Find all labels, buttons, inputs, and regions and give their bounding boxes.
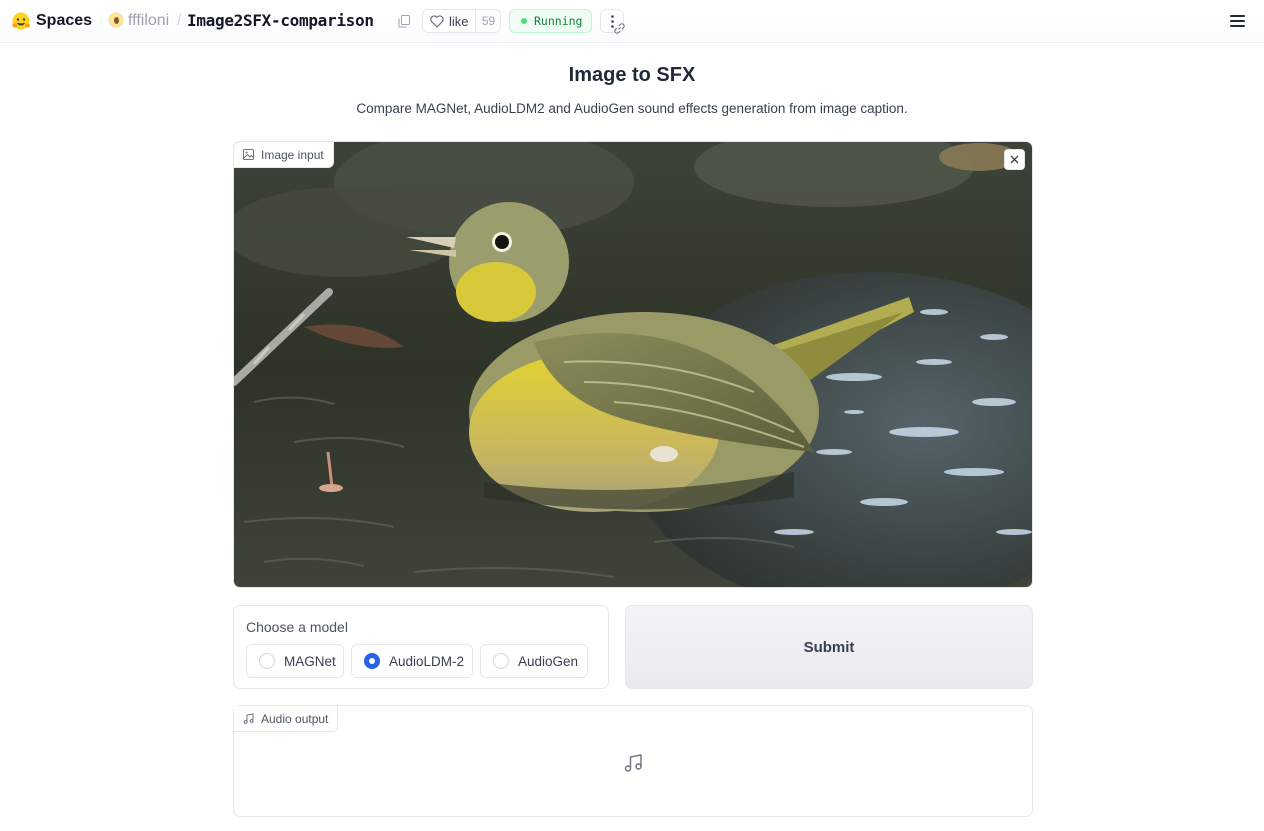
audio-output-label: Audio output <box>234 706 339 732</box>
space-name-link[interactable]: Image2SFX-comparison <box>187 10 374 32</box>
model-label: Choose a model <box>246 619 348 635</box>
owner-link[interactable]: fffiloni <box>128 11 169 31</box>
model-radio-group: Choose a model MAGNet AudioLDM-2 AudioGe… <box>233 605 609 689</box>
status-dot <box>521 18 527 24</box>
heart-icon <box>430 14 444 28</box>
uploaded-bird-image <box>234 142 1032 587</box>
submit-button[interactable]: Submit <box>625 605 1033 689</box>
top-navigation-bar: Spaces · fffiloni / Image2SFX-comparison… <box>0 0 1264 43</box>
breadcrumb-separator-dot: · <box>99 14 103 28</box>
music-note-small-icon <box>243 713 254 724</box>
radio-button-magnet[interactable] <box>259 653 275 669</box>
radio-button-audiogen[interactable] <box>493 653 509 669</box>
like-label: like <box>449 13 469 29</box>
hugging-face-logo[interactable] <box>11 11 31 31</box>
spaces-link[interactable]: Spaces <box>36 11 92 31</box>
page-title: Image to SFX <box>568 64 696 86</box>
like-button[interactable]: like 59 <box>422 9 501 33</box>
like-count[interactable]: 59 <box>475 10 501 32</box>
menu-icon[interactable] <box>1230 14 1245 28</box>
clear-image-button[interactable] <box>1004 149 1025 170</box>
status-badge[interactable]: Running <box>509 9 592 33</box>
image-icon <box>243 149 254 160</box>
copy-icon[interactable] <box>398 15 410 28</box>
status-text: Running <box>534 14 583 28</box>
radio-button-audioldm2[interactable] <box>364 653 380 669</box>
page-subtitle: Compare MAGNet, AudioLDM2 and AudioGen s… <box>356 101 908 116</box>
radio-option-magnet[interactable]: MAGNet <box>246 644 344 678</box>
owner-avatar[interactable] <box>108 12 124 28</box>
music-note-icon <box>624 754 642 772</box>
image-input-label: Image input <box>234 142 334 168</box>
close-icon <box>1010 155 1019 164</box>
radio-option-audioldm2[interactable]: AudioLDM-2 <box>351 644 473 678</box>
image-input-panel[interactable]: Image input <box>233 141 1033 588</box>
link-icon <box>614 23 625 34</box>
audio-output-panel: Audio output <box>233 705 1033 817</box>
breadcrumb-slash: / <box>177 12 182 29</box>
radio-option-audiogen[interactable]: AudioGen <box>480 644 588 678</box>
